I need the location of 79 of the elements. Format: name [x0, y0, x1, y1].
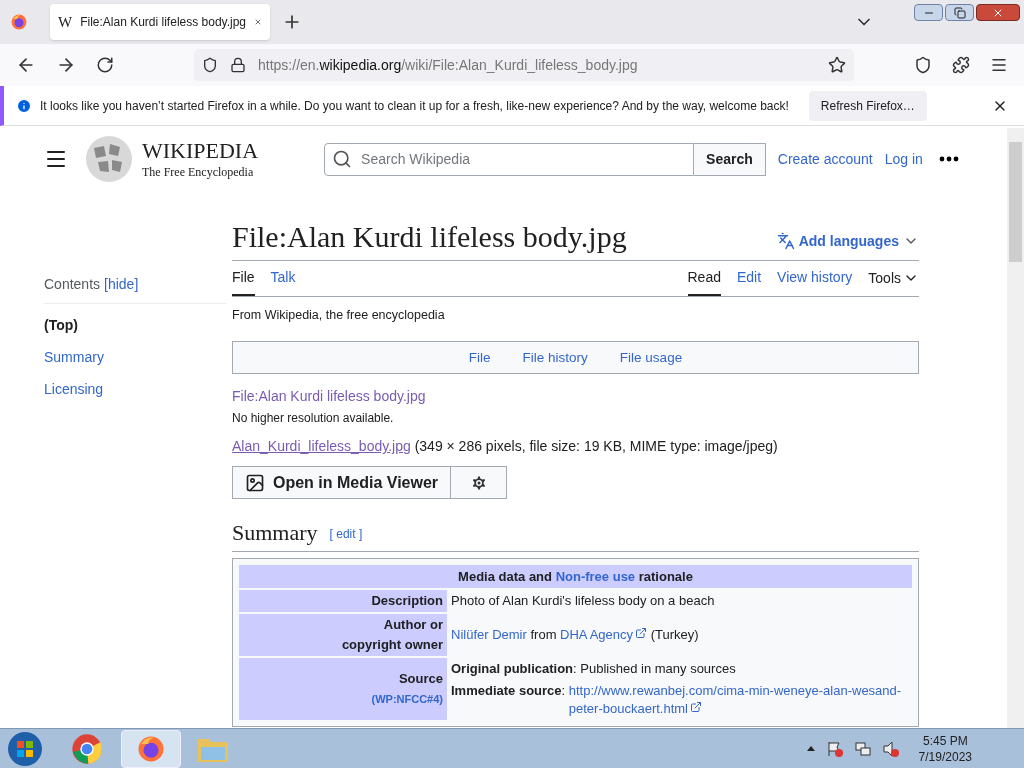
file-name-link[interactable]: Alan_Kurdi_lifeless_body.jpg: [232, 438, 411, 455]
menu-icon[interactable]: [990, 56, 1008, 74]
clock-date: 7/19/2023: [918, 748, 972, 765]
flag-icon[interactable]: [826, 740, 843, 757]
search-field[interactable]: Search Wikipedia: [324, 142, 695, 176]
info-icon: [16, 97, 32, 114]
link[interactable]: Non-free use: [555, 568, 636, 584]
speaker-muted-icon[interactable]: [882, 740, 899, 757]
external-link[interactable]: DHA Agency: [560, 627, 648, 643]
external-link-icon: [690, 701, 702, 714]
hide-link[interactable]: [hide]: [104, 274, 139, 295]
close-window-button[interactable]: [976, 4, 1020, 21]
translate-icon: [776, 232, 795, 250]
more-options-icon[interactable]: [938, 156, 959, 162]
reload-icon[interactable]: [96, 56, 114, 74]
row-label: Source (WP:NFCC#4): [239, 658, 447, 721]
shield-icon[interactable]: [202, 57, 218, 73]
tools-menu[interactable]: Tools: [868, 260, 919, 296]
page-tab[interactable]: File: [232, 260, 255, 296]
contents-heading: Contents: [44, 275, 101, 294]
globe-logo-icon[interactable]: [84, 134, 134, 184]
firefox-taskbar-button[interactable]: [121, 729, 181, 768]
file-nav-link[interactable]: File history: [522, 347, 588, 368]
restore-icon: [953, 6, 966, 19]
image-icon: [245, 472, 265, 493]
file-link[interactable]: File:Alan Kurdi lifeless body.jpg: [232, 386, 919, 408]
browser-menu-icon[interactable]: [10, 13, 28, 31]
external-link[interactable]: http://www.rewanbej.com/cima-min-weneye-alan-wesand-peter-bouckaert.html: [568, 682, 908, 719]
edit-section-link[interactable]: [ edit ]: [329, 524, 363, 543]
resolution-note: No higher resolution available.: [232, 410, 395, 428]
open-media-viewer-button[interactable]: Open in Media Viewer: [232, 466, 452, 500]
contents-item[interactable]: (Top): [44, 315, 232, 336]
table-cell: Original publication: Published in many sources Immediate source: http://www.rewanbej.com/cima-min-weneye-alan-wesand-peter-bouckaert.html: [447, 658, 912, 721]
refresh-firefox-button[interactable]: Refresh Firefox…: [808, 90, 927, 121]
search-button[interactable]: Search: [694, 142, 766, 176]
extensions-icon[interactable]: [952, 56, 970, 74]
policy-link[interactable]: (WP:NFCC#4): [371, 693, 443, 706]
contents-item[interactable]: Licensing: [44, 379, 232, 400]
view-tab[interactable]: Read: [687, 260, 721, 296]
table-cell-text: Nilüfer Demir from DHA Agency (Turkey): [450, 626, 700, 645]
tab-favicon: W: [58, 12, 73, 32]
restore-button[interactable]: [945, 4, 974, 21]
bookmark-star-icon[interactable]: [828, 56, 846, 74]
settings-button[interactable]: [451, 466, 508, 500]
row-label: Author or copyright owner: [239, 614, 447, 657]
contents-item[interactable]: Summary: [44, 347, 232, 368]
file-info: (349 × 286 pixels, file size: 19 KB, MIME type: image/jpeg): [414, 438, 778, 455]
logo-tagline: The Free Encyclopedia: [142, 166, 255, 178]
page-tab[interactable]: Talk: [270, 260, 296, 296]
table-header: Media data and Non-free use rationale: [239, 564, 912, 589]
start-button[interactable]: [7, 730, 43, 767]
clock-time: 5:45 PM: [922, 732, 968, 749]
view-tab[interactable]: View history: [777, 260, 853, 296]
row-label: Description: [239, 590, 447, 613]
minimize-button[interactable]: [914, 4, 943, 21]
notification-message: It looks like you haven’t started Firefox in a while. Do you want to clean it up for a fresh, like-new experience? And by the way, welcome back!: [40, 97, 789, 115]
lock-icon[interactable]: [230, 57, 246, 73]
url-text: https://en.wikipedia.org/wiki/File:Alan_Kurdi_lifeless_body.jpg: [258, 55, 638, 75]
view-tab[interactable]: Edit: [736, 260, 762, 296]
address-bar[interactable]: https://en.wikipedia.org/wiki/File:Alan_Kurdi_lifeless_body.jpg: [194, 49, 854, 81]
chrome-icon[interactable]: [71, 732, 103, 765]
browser-tab[interactable]: W File:Alan Kurdi lifeless body.jpg: [50, 4, 270, 40]
tab-title: File:Alan Kurdi lifeless body.jpg: [80, 14, 247, 31]
logo-wordmark[interactable]: WIKIPEDIA: [142, 140, 259, 162]
section-heading: Summary: [232, 519, 318, 547]
tray-arrow-icon[interactable]: [806, 746, 815, 751]
search-icon: [332, 148, 353, 169]
tagline: From Wikipedia, the free encyclopedia: [232, 306, 446, 324]
page-title: File:Alan Kurdi lifeless body.jpg: [232, 219, 627, 255]
external-link-icon: [635, 627, 648, 640]
link[interactable]: Nilüfer Demir: [451, 627, 527, 643]
network-icon[interactable]: [854, 740, 871, 757]
header-link[interactable]: Log in: [884, 148, 923, 170]
scrollbar[interactable]: [1007, 128, 1024, 728]
table-cell-text: Photo of Alan Kurdi's lifeless body on a beach: [450, 592, 716, 611]
file-nav-link[interactable]: File usage: [619, 347, 683, 368]
file-nav-link[interactable]: File: [468, 347, 491, 368]
add-languages-button[interactable]: Add languages: [776, 230, 919, 252]
header-link[interactable]: Create account: [777, 148, 873, 170]
